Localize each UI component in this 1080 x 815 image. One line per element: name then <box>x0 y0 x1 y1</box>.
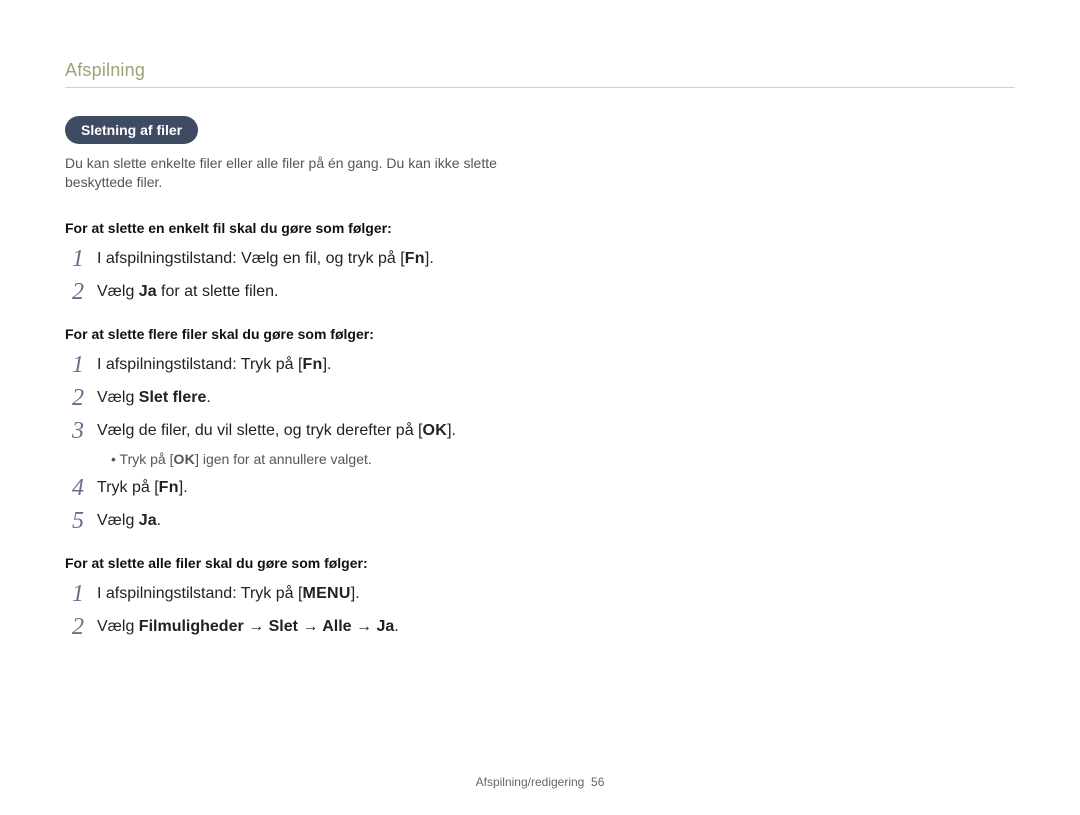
step-text: Tryk på [Fn]. <box>97 475 1015 499</box>
step-number: 1 <box>65 246 91 271</box>
page-footer: Afspilning/redigering 56 <box>0 775 1080 789</box>
step: 1 I afspilningstilstand: Tryk på [Fn]. <box>65 352 1015 377</box>
ok-button-icon: OK <box>423 422 448 439</box>
step-note: Tryk på [OK] igen for at annullere valge… <box>111 451 1015 467</box>
step-text: I afspilningstilstand: Tryk på [Fn]. <box>97 352 1015 376</box>
steps-all: 1 I afspilningstilstand: Tryk på [MENU].… <box>65 581 1015 639</box>
subheading-all: For at slette alle filer skal du gøre so… <box>65 555 1015 571</box>
step-number: 2 <box>65 385 91 410</box>
step-text: Vælg Ja. <box>97 508 1015 532</box>
fn-button-icon: Fn <box>302 356 322 373</box>
step-text: I afspilningstilstand: Tryk på [MENU]. <box>97 581 1015 605</box>
fn-button-icon: Fn <box>405 250 425 267</box>
footer-label: Afspilning/redigering <box>476 775 585 789</box>
ok-button-icon: OK <box>173 451 195 467</box>
topic-pill: Sletning af filer <box>65 116 198 144</box>
page-number: 56 <box>591 775 604 789</box>
step-text: Vælg de filer, du vil slette, og tryk de… <box>97 418 1015 442</box>
step-number: 5 <box>65 508 91 533</box>
menu-button-icon: MENU <box>302 585 350 602</box>
manual-page: Afspilning Sletning af filer Du kan slet… <box>0 0 1080 815</box>
step: 1 I afspilningstilstand: Vælg en fil, og… <box>65 246 1015 271</box>
step: 2 Vælg Filmuligheder → Slet → Alle → Ja. <box>65 614 1015 639</box>
step: 5 Vælg Ja. <box>65 508 1015 533</box>
topic-pill-label: Sletning af filer <box>81 122 182 138</box>
step-number: 2 <box>65 614 91 639</box>
step-text: Vælg Filmuligheder → Slet → Alle → Ja. <box>97 614 1015 638</box>
step-text: Vælg Ja for at slette filen. <box>97 279 1015 303</box>
steps-single: 1 I afspilningstilstand: Vælg en fil, og… <box>65 246 1015 304</box>
section-header: Afspilning <box>65 60 1015 88</box>
step: 2 Vælg Ja for at slette filen. <box>65 279 1015 304</box>
step: 3 Vælg de filer, du vil slette, og tryk … <box>65 418 1015 443</box>
intro-text: Du kan slette enkelte filer eller alle f… <box>65 154 535 192</box>
step-number: 4 <box>65 475 91 500</box>
subheading-multiple: For at slette flere filer skal du gøre s… <box>65 326 1015 342</box>
step: 4 Tryk på [Fn]. <box>65 475 1015 500</box>
step-number: 3 <box>65 418 91 443</box>
step-number: 1 <box>65 352 91 377</box>
step-text: Vælg Slet flere. <box>97 385 1015 409</box>
step-text: I afspilningstilstand: Vælg en fil, og t… <box>97 246 1015 270</box>
step: 1 I afspilningstilstand: Tryk på [MENU]. <box>65 581 1015 606</box>
step-number: 2 <box>65 279 91 304</box>
section-title: Afspilning <box>65 60 145 80</box>
step-number: 1 <box>65 581 91 606</box>
steps-multiple: 1 I afspilningstilstand: Tryk på [Fn]. 2… <box>65 352 1015 533</box>
step: 2 Vælg Slet flere. <box>65 385 1015 410</box>
subheading-single: For at slette en enkelt fil skal du gøre… <box>65 220 1015 236</box>
fn-button-icon: Fn <box>159 479 179 496</box>
